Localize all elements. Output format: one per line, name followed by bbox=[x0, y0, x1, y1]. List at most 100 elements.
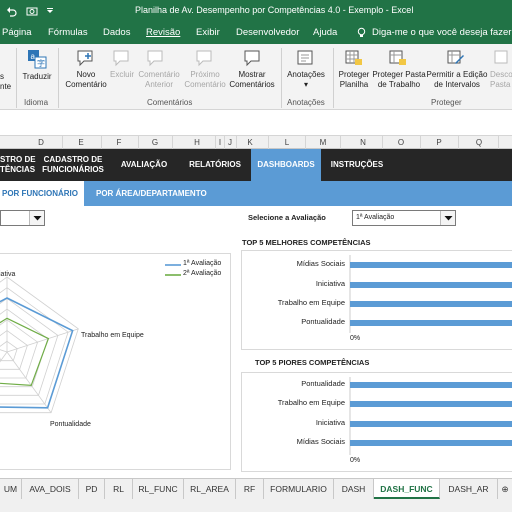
group-separator bbox=[16, 48, 17, 108]
column-divider bbox=[172, 136, 173, 149]
show-comments-icon bbox=[244, 50, 260, 67]
bar-label: Pontualidade bbox=[301, 317, 345, 326]
group-label-protect: Proteger bbox=[431, 98, 462, 107]
worst-competencies-chart: Pontualidade Trabalho em Equipe Iniciati… bbox=[241, 372, 512, 472]
dropdown-arrow-icon[interactable] bbox=[29, 211, 44, 225]
tab-view[interactable]: Exibir bbox=[196, 27, 220, 38]
column-header[interactable]: F bbox=[112, 138, 126, 147]
column-header[interactable]: Q bbox=[472, 138, 486, 147]
protect-sheet-button[interactable]: Proteger Planilha bbox=[336, 70, 372, 90]
column-header[interactable]: H bbox=[190, 138, 204, 147]
ribbon-tabs: Página Fórmulas Dados Revisão Exibir Des… bbox=[0, 22, 512, 44]
radar-axis-label: iativa bbox=[0, 271, 16, 278]
sheet-tab[interactable]: RL_FUNC bbox=[133, 479, 184, 499]
tab-developer[interactable]: Desenvolvedor bbox=[236, 27, 299, 38]
nav-employee-registry[interactable]: CADASTRO DE FUNCIONÁRIOS bbox=[42, 155, 104, 175]
column-header[interactable]: E bbox=[74, 138, 88, 147]
next-comment-button[interactable]: Próximo Comentário bbox=[182, 70, 228, 90]
previous-comment-icon bbox=[147, 50, 163, 67]
customize-qat-icon[interactable] bbox=[44, 5, 56, 17]
show-comments-button[interactable]: Mostrar Comentários bbox=[228, 70, 276, 90]
radar-spoke bbox=[0, 351, 8, 363]
previous-comment-button[interactable]: Comentário Anterior bbox=[136, 70, 182, 90]
column-header[interactable]: D bbox=[34, 138, 48, 147]
sheet-tab[interactable]: RL_AREA bbox=[184, 479, 236, 499]
translate-icon: a 字 bbox=[28, 50, 47, 69]
best-competencies-chart: Mídias Sociais Iniciativa Trabalho em Eq… bbox=[241, 250, 512, 350]
sheet-tab[interactable]: AVA_DOIS bbox=[22, 479, 79, 499]
allow-edit-ranges-icon bbox=[447, 50, 464, 64]
sheet-tab[interactable]: UM bbox=[0, 479, 22, 499]
window-title: Planilha de Av. Desempenho por Competênc… bbox=[135, 5, 414, 15]
new-comment-button[interactable]: Novo Comentário bbox=[62, 70, 110, 90]
tab-data[interactable]: Dados bbox=[103, 27, 130, 38]
tab-review[interactable]: Revisão bbox=[146, 27, 180, 38]
column-header[interactable]: K bbox=[243, 138, 257, 147]
sheet-tab[interactable]: RL bbox=[105, 479, 133, 499]
column-header[interactable]: P bbox=[432, 138, 446, 147]
group-label-notes: Anotações bbox=[287, 98, 325, 107]
notes-button[interactable]: Anotações bbox=[284, 70, 328, 80]
protect-sheet-icon bbox=[345, 50, 362, 65]
evaluation-select[interactable]: 1ª Avaliação bbox=[352, 210, 456, 226]
ribbon-partial-left[interactable]: s nte bbox=[0, 72, 11, 92]
sheet-tab-active[interactable]: DASH_FUNC bbox=[374, 479, 440, 499]
sheet-tab[interactable]: DASH_AR bbox=[440, 479, 498, 499]
nav-evaluation[interactable]: AVALIAÇÃO bbox=[112, 160, 176, 170]
delete-comment-icon bbox=[113, 50, 129, 67]
radar-axis-label: Pontualidade bbox=[50, 421, 91, 428]
ribbon: s nte a 字 Traduzir Idioma Novo Comentário … bbox=[0, 44, 512, 110]
subtab-by-area[interactable]: POR ÁREA/DEPARTAMENTO bbox=[96, 181, 207, 206]
camera-icon[interactable] bbox=[26, 5, 38, 17]
lightbulb-icon bbox=[357, 27, 366, 37]
axis-tick: 0% bbox=[350, 457, 361, 464]
sheet-tab[interactable]: RF bbox=[236, 479, 264, 499]
translate-button[interactable]: Traduzir bbox=[18, 72, 56, 82]
employee-select[interactable] bbox=[0, 210, 45, 226]
sheet-tab[interactable]: FORMULARIO bbox=[264, 479, 334, 499]
bar bbox=[350, 421, 512, 427]
unshare-workbook-button[interactable]: DescoPasta d bbox=[490, 70, 512, 90]
column-divider bbox=[62, 136, 63, 149]
group-separator bbox=[58, 48, 59, 108]
tell-me-search[interactable]: Diga-me o que você deseja fazer bbox=[372, 27, 511, 38]
column-header[interactable]: J bbox=[226, 138, 234, 147]
column-header[interactable]: O bbox=[394, 138, 408, 147]
nav-reports[interactable]: RELATÓRIOS bbox=[184, 160, 246, 170]
radar-chart-panel: iativa Trabalho em Equipe Pontualidade 1… bbox=[0, 253, 231, 470]
column-header[interactable]: L bbox=[280, 138, 294, 147]
column-header[interactable]: N bbox=[356, 138, 370, 147]
nav-instructions[interactable]: INSTRUÇÕES bbox=[326, 160, 388, 170]
subtab-by-employee[interactable]: POR FUNCIONÁRIO bbox=[0, 181, 84, 206]
sheet-scroll-icon[interactable]: ⊕ bbox=[498, 479, 512, 499]
tab-page[interactable]: Página bbox=[2, 27, 32, 38]
notes-icon bbox=[297, 50, 313, 65]
dashboard-subnav: POR FUNCIONÁRIO POR ÁREA/DEPARTAMENTO bbox=[0, 181, 512, 206]
allow-edit-ranges-button[interactable]: Permitir a Edição de Intervalos bbox=[426, 70, 488, 90]
nav-dashboards[interactable]: DASHBOARDS bbox=[251, 149, 321, 181]
undo-icon[interactable] bbox=[6, 5, 18, 17]
column-header[interactable]: I bbox=[216, 138, 224, 147]
select-evaluation-label: Selecione a Avaliação bbox=[248, 213, 326, 222]
unshare-workbook-icon bbox=[494, 50, 508, 64]
tab-help[interactable]: Ajuda bbox=[313, 27, 337, 38]
column-header[interactable]: M bbox=[316, 138, 330, 147]
notes-dropdown-icon[interactable]: ▾ bbox=[302, 80, 310, 90]
radar-spoke bbox=[0, 349, 8, 353]
formula-area bbox=[0, 110, 512, 136]
protect-workbook-button[interactable]: Proteger Pasta de Trabalho bbox=[372, 70, 426, 90]
new-comment-icon bbox=[77, 50, 93, 67]
bar-label: Mídias Sociais bbox=[296, 259, 345, 268]
sheet-tab[interactable]: DASH bbox=[334, 479, 374, 499]
radar-spoke bbox=[6, 351, 52, 413]
group-separator bbox=[281, 48, 282, 108]
column-divider bbox=[340, 136, 341, 149]
nav-competencies[interactable]: STRO DE TÊNCIAS bbox=[0, 155, 36, 175]
dropdown-arrow-icon[interactable] bbox=[440, 211, 455, 225]
column-header[interactable]: G bbox=[148, 138, 162, 147]
delete-comment-button[interactable]: Excluir bbox=[108, 70, 136, 80]
bar bbox=[350, 382, 512, 388]
tab-formulas[interactable]: Fórmulas bbox=[48, 27, 88, 38]
sheet-tab[interactable]: PD bbox=[79, 479, 105, 499]
radar-chart bbox=[0, 264, 181, 414]
